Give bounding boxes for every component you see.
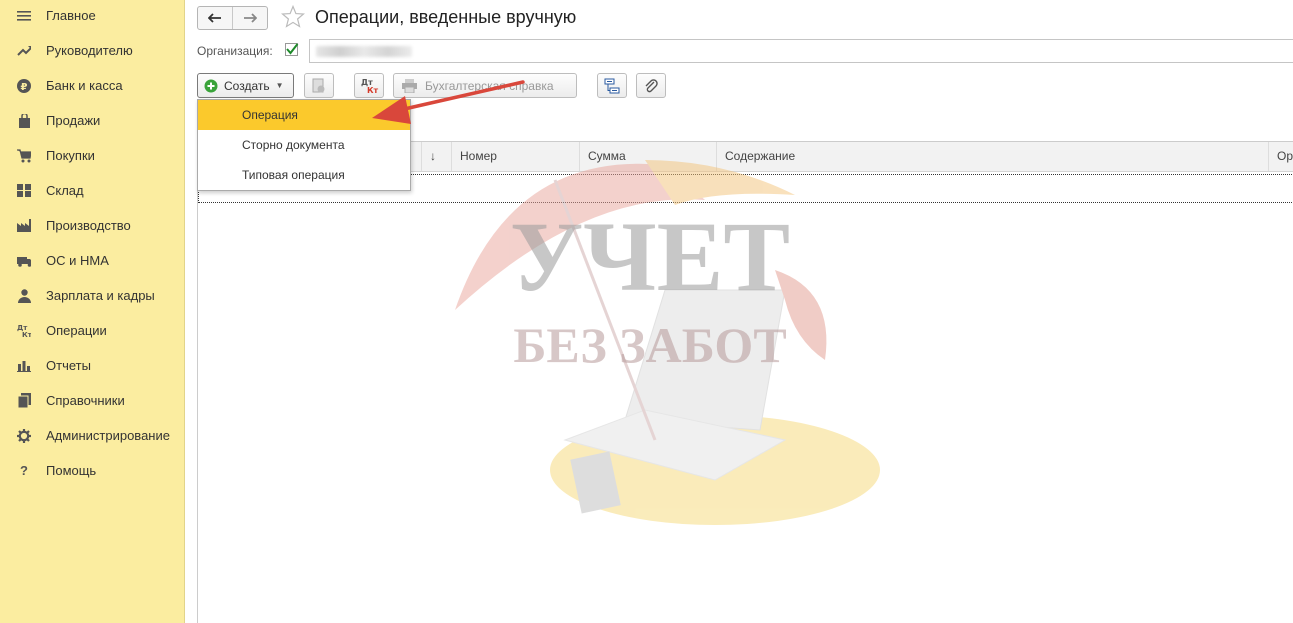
sidebar-item-help[interactable]: ? Помощь	[0, 453, 185, 488]
printer-icon	[402, 78, 417, 93]
create-label: Создать	[224, 78, 270, 93]
sidebar-item-label: Главное	[46, 8, 96, 23]
sidebar-item-sales[interactable]: Продажи	[0, 103, 185, 138]
sidebar-item-manager[interactable]: Руководителю	[0, 33, 185, 68]
gear-icon	[17, 428, 31, 443]
sidebar-item-label: Помощь	[46, 463, 97, 478]
copy-button[interactable]	[304, 73, 334, 98]
forward-button[interactable]	[232, 7, 267, 29]
sidebar-item-production[interactable]: Производство	[0, 208, 185, 243]
column-header-content[interactable]: Содержание	[716, 142, 1268, 171]
truck-icon	[17, 254, 31, 268]
hierarchy-icon	[604, 78, 620, 93]
sidebar-item-directories[interactable]: Справочники	[0, 383, 185, 418]
sidebar-item-salary[interactable]: Зарплата и кадры	[0, 278, 185, 313]
history-nav	[197, 6, 268, 30]
sidebar-item-label: Отчеты	[46, 358, 91, 373]
sidebar-item-label: Справочники	[46, 393, 125, 408]
plus-circle-icon	[204, 79, 218, 92]
dt-kt-icon: ДтКт	[17, 324, 31, 338]
bag-icon	[17, 113, 31, 128]
create-dropdown-menu: Операция Сторно документа Типовая операц…	[197, 99, 411, 191]
column-header-number[interactable]: Номер	[451, 142, 579, 171]
sidebar-item-label: Зарплата и кадры	[46, 288, 155, 303]
kt-label: Кт	[367, 86, 379, 95]
create-button[interactable]: Создать ▼	[197, 73, 294, 98]
accounting-certificate-button[interactable]: Бухгалтерская справка	[393, 73, 577, 98]
organization-input[interactable]	[309, 39, 1293, 63]
sidebar: Главное Руководителю ₽ Банк и касса Прод…	[0, 0, 185, 623]
sidebar-item-purchases[interactable]: Покупки	[0, 138, 185, 173]
sidebar-item-administration[interactable]: Администрирование	[0, 418, 185, 453]
organization-checkbox[interactable]	[285, 43, 299, 56]
menu-item-operation[interactable]: Операция	[198, 100, 410, 130]
chevron-down-icon: ▼	[275, 81, 284, 90]
dt-kt-button[interactable]: Дт Кт	[354, 73, 384, 98]
page-title: Операции, введенные вручную	[315, 7, 577, 27]
check-icon	[286, 43, 299, 55]
sidebar-item-warehouse[interactable]: Склад	[0, 173, 185, 208]
bar-chart-icon	[17, 359, 31, 373]
help-icon: ?	[20, 463, 28, 478]
accounting-certificate-label: Бухгалтерская справка	[425, 78, 554, 93]
arrow-right-icon	[244, 13, 257, 23]
svg-text:Кт: Кт	[22, 331, 31, 338]
sidebar-item-fixed-assets[interactable]: ОС и НМА	[0, 243, 185, 278]
main-area: Операции, введенные вручную Организация:…	[185, 0, 1293, 623]
factory-icon	[17, 219, 31, 233]
ruble-icon: ₽	[17, 78, 31, 93]
sidebar-item-operations[interactable]: Дт Кт Операции	[0, 313, 185, 348]
attach-button[interactable]	[636, 73, 666, 98]
sort-column-header[interactable]: ↓	[421, 142, 451, 171]
blurred-organization-name	[316, 46, 412, 57]
copy-icon	[312, 78, 325, 92]
books-icon	[17, 393, 31, 408]
sidebar-item-label: Руководителю	[46, 43, 133, 58]
dt-kt-icon: ДтКт	[361, 78, 379, 95]
column-header-sum[interactable]: Сумма	[579, 142, 716, 171]
sidebar-item-label: Производство	[46, 218, 131, 233]
sidebar-item-label: Покупки	[46, 148, 95, 163]
menu-item-storno[interactable]: Сторно документа	[198, 130, 410, 160]
cart-icon	[17, 148, 31, 163]
sidebar-item-main[interactable]: Главное	[0, 0, 185, 33]
sidebar-item-bank[interactable]: ₽ Банк и касса	[0, 68, 185, 103]
sidebar-item-label: Администрирование	[46, 428, 170, 443]
sidebar-item-label: Операции	[46, 323, 107, 338]
person-icon	[17, 288, 31, 303]
arrow-left-icon	[208, 13, 221, 23]
paperclip-icon	[645, 78, 658, 92]
trend-icon	[17, 44, 31, 58]
organization-label: Организация:	[197, 44, 273, 58]
operations-table[interactable]: ↓ Номер Сумма Содержание Ор	[197, 141, 1293, 623]
structure-button[interactable]	[597, 73, 627, 98]
column-header-organization[interactable]: Ор	[1268, 142, 1293, 171]
back-button[interactable]	[198, 7, 232, 29]
menu-icon	[17, 9, 31, 23]
favorite-star-icon[interactable]	[280, 4, 306, 32]
sidebar-item-label: Банк и касса	[46, 78, 123, 93]
sidebar-item-label: Склад	[46, 183, 84, 198]
menu-item-typical-operation[interactable]: Типовая операция	[198, 160, 410, 190]
sidebar-item-label: Продажи	[46, 113, 101, 128]
sidebar-item-label: ОС и НМА	[46, 253, 109, 268]
sidebar-item-reports[interactable]: Отчеты	[0, 348, 185, 383]
svg-text:₽: ₽	[21, 82, 28, 93]
warehouse-icon	[17, 184, 31, 198]
